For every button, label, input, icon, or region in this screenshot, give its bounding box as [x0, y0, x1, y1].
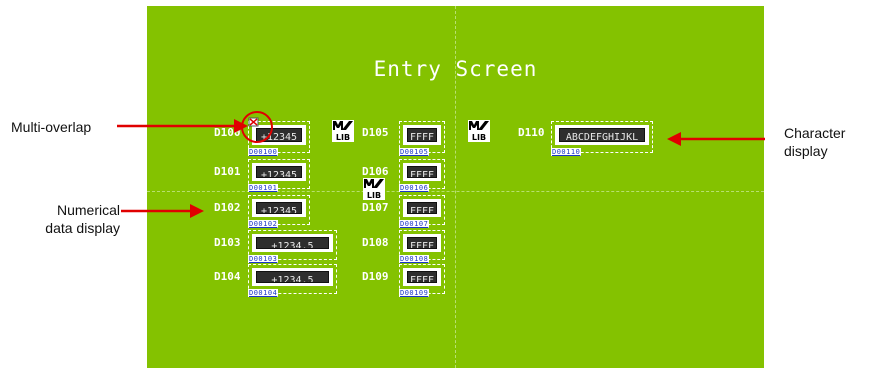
arrow-multi-overlap: [117, 119, 248, 133]
callout-arrows: [117, 119, 765, 218]
arrow-character-display: [667, 132, 765, 146]
arrow-numerical-data-display: [121, 204, 204, 218]
